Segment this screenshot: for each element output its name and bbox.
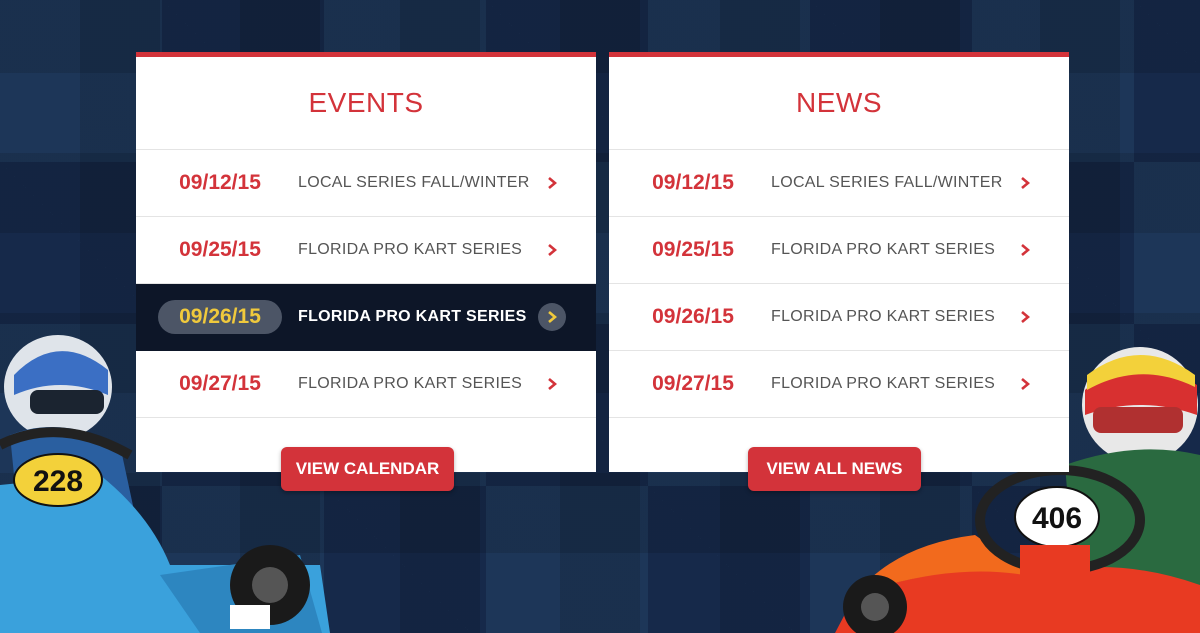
news-title-text: FLORIDA PRO KART SERIES [771, 375, 996, 392]
news-title-text: FLORIDA PRO KART SERIES [771, 308, 996, 325]
event-row[interactable]: 09/27/15 FLORIDA PRO KART SERIES [136, 351, 596, 418]
chevron-right-icon[interactable] [538, 303, 566, 331]
right-kart-number: 406 [1032, 502, 1082, 535]
event-row[interactable]: 09/25/15 FLORIDA PRO KART SERIES [136, 217, 596, 284]
chevron-right-icon[interactable] [538, 370, 566, 398]
event-title: FLORIDA PRO KART SERIES [298, 375, 523, 392]
news-list: 09/12/15 LOCAL SERIES FALL/WINTER 09/25/… [609, 149, 1069, 418]
news-row[interactable]: 09/25/15 FLORIDA PRO KART SERIES [609, 217, 1069, 284]
event-title: FLORIDA PRO KART SERIES [298, 241, 523, 258]
left-kart-number: 228 [33, 465, 83, 498]
view-calendar-button[interactable]: VIEW CALENDAR [281, 447, 454, 491]
chevron-right-icon[interactable] [538, 169, 566, 197]
chevron-right-icon[interactable] [1011, 236, 1039, 264]
event-date: 09/26/15 [158, 300, 282, 334]
news-panel: NEWS 09/12/15 LOCAL SERIES FALL/WINTER 0… [609, 52, 1069, 472]
event-title: LOCAL SERIES FALL/WINTER [298, 174, 530, 191]
event-date: 09/27/15 [179, 372, 261, 395]
event-row-active[interactable]: 09/26/15 FLORIDA PRO KART SERIES [136, 284, 596, 351]
view-all-news-button[interactable]: VIEW ALL NEWS [748, 447, 921, 491]
news-date: 09/25/15 [652, 238, 734, 261]
news-title-text: LOCAL SERIES FALL/WINTER [771, 174, 1003, 191]
events-panel: EVENTS 09/12/15 LOCAL SERIES FALL/WINTER… [136, 52, 596, 472]
news-title-text: FLORIDA PRO KART SERIES [771, 241, 996, 258]
news-row[interactable]: 09/27/15 FLORIDA PRO KART SERIES [609, 351, 1069, 418]
event-date: 09/25/15 [179, 238, 261, 261]
event-title: FLORIDA PRO KART SERIES [298, 308, 527, 325]
news-title: NEWS [796, 87, 882, 118]
news-date: 09/12/15 [652, 171, 734, 194]
news-date: 09/26/15 [652, 305, 734, 328]
event-date: 09/12/15 [179, 171, 261, 194]
chevron-right-icon[interactable] [538, 236, 566, 264]
chevron-right-icon[interactable] [1011, 303, 1039, 331]
news-date: 09/27/15 [652, 372, 734, 395]
events-list: 09/12/15 LOCAL SERIES FALL/WINTER 09/25/… [136, 149, 596, 418]
chevron-right-icon[interactable] [1011, 169, 1039, 197]
event-row[interactable]: 09/12/15 LOCAL SERIES FALL/WINTER [136, 150, 596, 217]
chevron-right-icon[interactable] [1011, 370, 1039, 398]
news-row[interactable]: 09/12/15 LOCAL SERIES FALL/WINTER [609, 150, 1069, 217]
events-title: EVENTS [308, 87, 424, 118]
news-row[interactable]: 09/26/15 FLORIDA PRO KART SERIES [609, 284, 1069, 351]
